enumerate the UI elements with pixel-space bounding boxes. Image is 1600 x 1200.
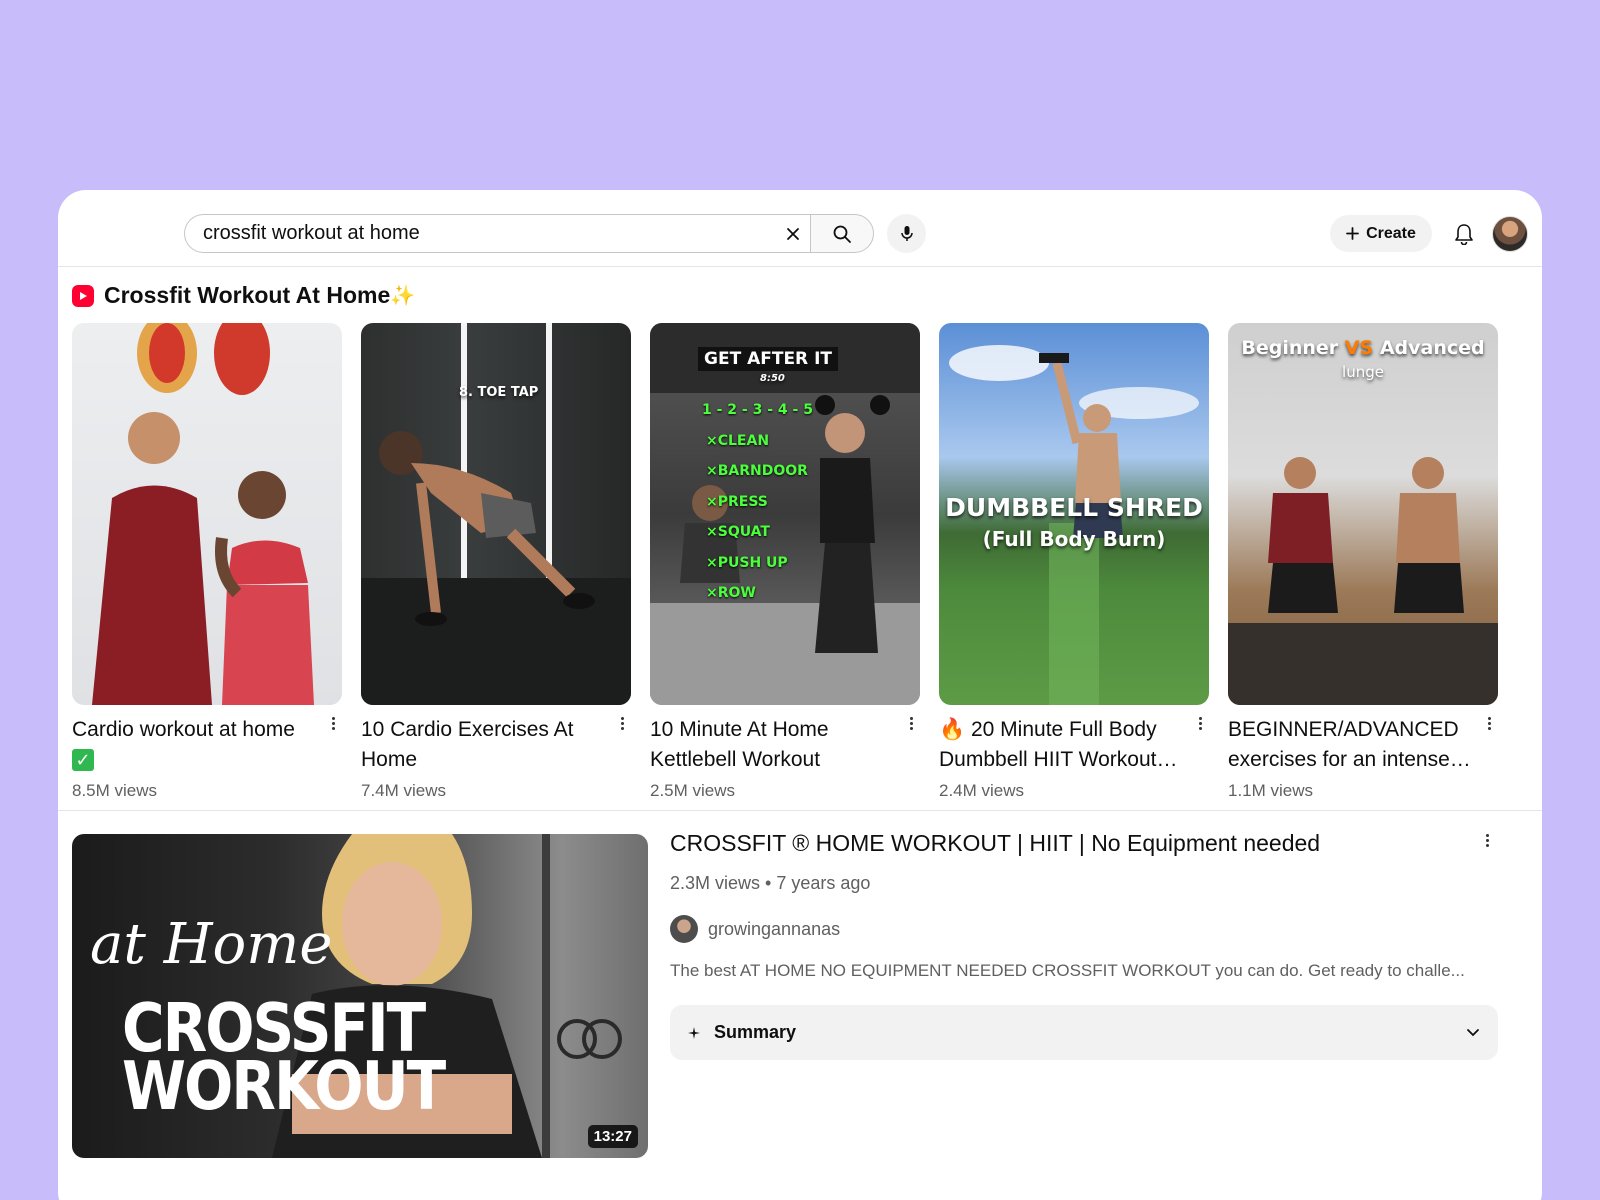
top-bar: Create xyxy=(58,190,1542,267)
short-card[interactable]: GET AFTER IT 8:50 1 - 2 - 3 - 4 - 5 ×CLE… xyxy=(650,323,920,801)
short-views: 1.1M views xyxy=(1228,781,1314,800)
thumbnail-script-text: at Home xyxy=(90,912,333,977)
notifications-button[interactable] xyxy=(1446,216,1482,252)
search-input[interactable] xyxy=(185,215,772,252)
short-thumbnail[interactable]: Beginner VS Advanced lunge xyxy=(1228,323,1498,705)
overlay-title: Beginner VS Advanced xyxy=(1241,337,1485,359)
microphone-icon xyxy=(900,225,913,241)
account-avatar[interactable] xyxy=(1492,216,1528,252)
thumbnail-image xyxy=(361,323,631,705)
channel-avatar[interactable] xyxy=(670,915,698,943)
browser-window: Create Crossfit Workout At Home ✨ xyxy=(58,190,1542,1200)
video-meta: 2.3M views • 7 years ago xyxy=(670,873,871,893)
more-options-icon[interactable] xyxy=(904,713,918,733)
more-options-icon[interactable] xyxy=(326,713,340,733)
thumbnail-overlay-text: 8. TOE TAP xyxy=(459,385,539,400)
video-title[interactable]: CROSSFIT ® HOME WORKOUT | HIIT | No Equi… xyxy=(670,830,1320,857)
create-label: Create xyxy=(1366,224,1416,242)
short-card[interactable]: 8. TOE TAP 10 Cardio Exercises At Home 7… xyxy=(361,323,631,801)
search-button[interactable] xyxy=(810,214,874,253)
short-card[interactable]: Cardio workout at home ✓ 8.5M views xyxy=(72,323,342,801)
channel-name[interactable]: growingannanas xyxy=(708,919,840,940)
short-title[interactable]: BEGINNER/ADVANCED exercises for an inten… xyxy=(1228,715,1498,775)
summary-label: Summary xyxy=(714,1022,797,1042)
thumbnail-headline-2: WORKOUT xyxy=(122,1046,446,1126)
shorts-logo-icon xyxy=(72,284,94,307)
short-title[interactable]: 10 Cardio Exercises At Home xyxy=(361,715,631,775)
overlay-timer: 8:50 xyxy=(760,373,785,384)
more-options-icon[interactable] xyxy=(1193,713,1207,733)
overlay-title: GET AFTER IT xyxy=(698,347,838,371)
search-icon xyxy=(833,225,851,243)
overlay-title: DUMBBELL SHRED xyxy=(945,493,1203,522)
short-thumbnail[interactable]: 8. TOE TAP xyxy=(361,323,631,705)
more-options-icon[interactable] xyxy=(1480,830,1494,850)
check-emoji: ✓ xyxy=(72,749,94,772)
short-views: 2.4M views xyxy=(939,781,1025,800)
divider xyxy=(58,810,1542,811)
more-options-icon[interactable] xyxy=(615,713,629,733)
short-thumbnail[interactable] xyxy=(72,323,342,705)
sparkle-emoji: ✨ xyxy=(390,285,416,307)
short-views: 2.5M views xyxy=(650,781,736,800)
short-views: 8.5M views xyxy=(72,781,158,800)
clear-search-button[interactable] xyxy=(772,215,814,252)
summary-panel[interactable]: Summary xyxy=(670,1005,1498,1060)
voice-search-button[interactable] xyxy=(887,214,926,253)
thumbnail-image xyxy=(92,323,314,705)
short-title[interactable]: 10 Minute At Home Kettlebell Workout xyxy=(650,715,920,775)
plus-icon xyxy=(1346,227,1359,240)
close-icon xyxy=(787,227,799,240)
short-views: 7.4M views xyxy=(361,781,447,800)
short-title[interactable]: Cardio workout at home ✓ xyxy=(72,715,342,775)
video-description: The best AT HOME NO EQUIPMENT NEEDED CRO… xyxy=(670,961,1465,980)
short-card[interactable]: Beginner VS Advanced lunge BEGINNER/ADVA… xyxy=(1228,323,1498,801)
search-box[interactable] xyxy=(184,214,814,253)
shorts-shelf-header: Crossfit Workout At Home ✨ xyxy=(72,282,415,309)
sparkle-icon xyxy=(688,1026,700,1039)
short-thumbnail[interactable]: GET AFTER IT 8:50 1 - 2 - 3 - 4 - 5 ×CLE… xyxy=(650,323,920,705)
shelf-title: Crossfit Workout At Home xyxy=(104,282,391,308)
overlay-exercise-list: 1 - 2 - 3 - 4 - 5 ×CLEAN ×BARNDOOR ×PRES… xyxy=(702,402,813,601)
overlay-subtitle: (Full Body Burn) xyxy=(982,527,1166,551)
short-card[interactable]: DUMBBELL SHRED (Full Body Burn) 🔥 20 Min… xyxy=(939,323,1209,801)
video-thumbnail[interactable]: at Home CROSSFIT WORKOUT 13:27 xyxy=(72,834,648,1158)
short-thumbnail[interactable]: DUMBBELL SHRED (Full Body Burn) xyxy=(939,323,1209,705)
chevron-down-icon[interactable] xyxy=(1466,1028,1480,1038)
duration-badge: 13:27 xyxy=(587,1125,638,1148)
create-button[interactable]: Create xyxy=(1330,215,1432,252)
short-title[interactable]: 🔥 20 Minute Full Body Dumbbell HIIT Work… xyxy=(939,715,1209,775)
overlay-subtitle: lunge xyxy=(1342,363,1384,381)
bell-icon xyxy=(1455,224,1473,245)
more-options-icon[interactable] xyxy=(1482,713,1496,733)
channel-link[interactable]: growingannanas xyxy=(670,915,840,943)
